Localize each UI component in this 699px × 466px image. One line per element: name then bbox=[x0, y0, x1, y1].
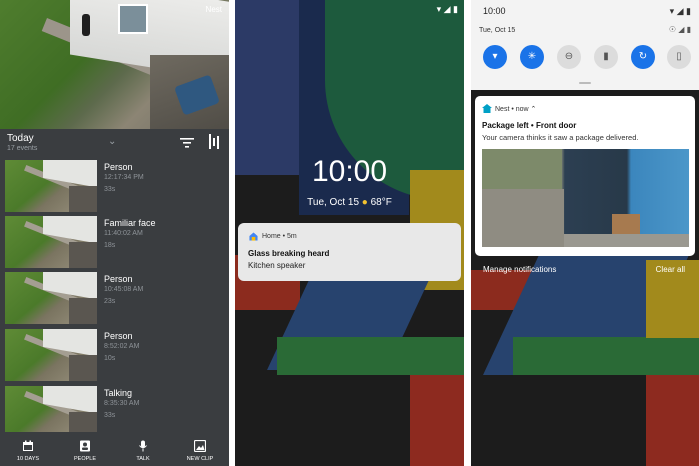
notification-title: Glass breaking heard bbox=[248, 249, 330, 258]
auto-rotate-icon[interactable]: ↻ bbox=[631, 45, 655, 69]
notification-app: Nest • now ⌃ bbox=[495, 105, 536, 113]
timeline-icon[interactable] bbox=[208, 134, 220, 149]
weather-temp: 68°F bbox=[370, 197, 392, 208]
package-snapshot[interactable] bbox=[482, 149, 689, 247]
status-icons: ▾ ◢ ▮ bbox=[669, 6, 691, 16]
nav-10-days[interactable]: 10 DAYS bbox=[3, 440, 53, 462]
lock-date-weather: Tue, Oct 15 ● 68°F bbox=[235, 197, 464, 208]
quick-settings-panel: 10:00 ▾ ◢ ▮ Tue, Oct 15 ☉ ◢ ▮ ▾ ✳ ⊖ ▮ ↻ … bbox=[471, 0, 699, 90]
nav-label: TALK bbox=[136, 456, 150, 462]
alarm-and-signal-icons: ☉ ◢ ▮ bbox=[668, 25, 691, 34]
notification-body: Kitchen speaker bbox=[248, 261, 306, 270]
package-box bbox=[612, 214, 640, 236]
event-item[interactable]: Person 8:52:02 AM 10s bbox=[5, 329, 225, 381]
clear-all-button[interactable]: Clear all bbox=[656, 265, 685, 274]
trees bbox=[482, 149, 562, 189]
google-home-icon bbox=[249, 232, 258, 241]
event-duration: 33s bbox=[104, 412, 116, 419]
status-icons: ▾ ◢ ▮ bbox=[436, 4, 458, 14]
wallpaper-shape bbox=[646, 375, 699, 466]
event-count: 17 events bbox=[7, 145, 38, 152]
event-title: Person bbox=[104, 331, 133, 341]
flashlight-icon[interactable]: ▮ bbox=[594, 45, 618, 69]
manage-notifications-button[interactable]: Manage notifications bbox=[483, 265, 556, 274]
lock-date: Tue, Oct 15 bbox=[307, 197, 360, 208]
event-time: 8:35:30 AM bbox=[104, 400, 140, 407]
nest-home-icon bbox=[482, 104, 492, 113]
event-item[interactable]: Familiar face 11:40:02 AM 18s bbox=[5, 216, 225, 268]
notification-title: Package left • Front door bbox=[482, 121, 577, 130]
notification-shade-screen: 10:00 ▾ ◢ ▮ Tue, Oct 15 ☉ ◢ ▮ ▾ ✳ ⊖ ▮ ↻ … bbox=[471, 0, 699, 466]
event-item[interactable]: Person 12:17:34 PM 33s bbox=[5, 160, 225, 212]
event-thumbnail bbox=[5, 386, 97, 432]
shade-date: Tue, Oct 15 bbox=[479, 27, 516, 34]
event-item[interactable]: Person 10:45:08 AM 23s bbox=[5, 272, 225, 324]
event-title: Talking bbox=[104, 388, 133, 398]
lock-clock: 10:00 bbox=[311, 155, 388, 188]
calendar-icon bbox=[23, 440, 33, 451]
nest-app-screen: Nest Today 17 events ⌄ Person 12:17:34 P… bbox=[0, 0, 229, 466]
bottom-navigation: 10 DAYS PEOPLE TALK NEW CLIP bbox=[0, 434, 229, 466]
clip-icon bbox=[194, 440, 206, 452]
status-time: 10:00 bbox=[483, 6, 506, 16]
chevron-up-icon[interactable]: ⌃ bbox=[531, 106, 537, 113]
event-duration: 18s bbox=[104, 242, 116, 249]
event-thumbnail bbox=[5, 329, 97, 381]
event-thumbnail bbox=[5, 272, 97, 324]
event-time: 11:40:02 AM bbox=[104, 230, 143, 237]
chevron-down-icon[interactable]: ⌄ bbox=[108, 136, 116, 147]
event-item[interactable]: Talking 8:35:30 AM 33s bbox=[5, 386, 225, 432]
filter-icon[interactable] bbox=[180, 137, 194, 149]
sun-icon: ● bbox=[361, 197, 368, 208]
section-title: Today bbox=[7, 133, 34, 144]
notification-body: Your camera thinks it saw a package deli… bbox=[482, 133, 639, 142]
event-title: Familiar face bbox=[104, 218, 156, 228]
event-time: 12:17:34 PM bbox=[104, 174, 144, 181]
camera-label: Nest bbox=[205, 5, 222, 14]
event-thumbnail bbox=[5, 160, 97, 212]
nav-label: 10 DAYS bbox=[16, 456, 40, 462]
event-time: 8:52:02 AM bbox=[104, 343, 140, 350]
person-figure bbox=[82, 14, 90, 36]
nav-label: NEW CLIP bbox=[186, 456, 214, 462]
live-camera-view[interactable]: Nest bbox=[0, 0, 229, 129]
event-time: 10:45:08 AM bbox=[104, 286, 144, 293]
event-duration: 33s bbox=[104, 186, 116, 193]
home-notification[interactable]: Home • 5m Glass breaking heard Kitchen s… bbox=[238, 223, 461, 281]
person-badge-icon bbox=[80, 440, 90, 452]
mic-icon bbox=[139, 440, 147, 452]
nav-label: PEOPLE bbox=[73, 456, 96, 462]
lock-screen: ▾ ◢ ▮ 10:00 Tue, Oct 15 ● 68°F Home • 5m… bbox=[235, 0, 464, 466]
wallpaper-shape bbox=[235, 0, 305, 175]
doorstep bbox=[564, 234, 689, 247]
do-not-disturb-icon[interactable]: ⊖ bbox=[557, 45, 581, 69]
event-title: Person bbox=[104, 162, 133, 172]
event-thumbnail bbox=[5, 216, 97, 268]
event-duration: 10s bbox=[104, 355, 116, 362]
nav-people[interactable]: PEOPLE bbox=[60, 440, 110, 462]
battery-saver-icon[interactable]: ▯ bbox=[667, 45, 691, 69]
drag-handle[interactable] bbox=[579, 82, 591, 84]
wallpaper-shape bbox=[513, 337, 699, 375]
notification-app-label: Nest • now bbox=[495, 106, 529, 113]
driveway bbox=[482, 189, 564, 247]
window bbox=[118, 4, 148, 34]
notification-app: Home • 5m bbox=[262, 233, 297, 240]
event-title: Person bbox=[104, 274, 133, 284]
wifi-icon[interactable]: ▾ bbox=[483, 45, 507, 69]
wallpaper-shape bbox=[277, 337, 464, 375]
bluetooth-icon[interactable]: ✳ bbox=[520, 45, 544, 69]
nest-notification[interactable]: Nest • now ⌃ Package left • Front door Y… bbox=[475, 96, 695, 256]
event-duration: 23s bbox=[104, 298, 116, 305]
nav-new-clip[interactable]: NEW CLIP bbox=[175, 440, 225, 462]
wallpaper-shape bbox=[410, 375, 464, 466]
nav-talk[interactable]: TALK bbox=[118, 440, 168, 462]
